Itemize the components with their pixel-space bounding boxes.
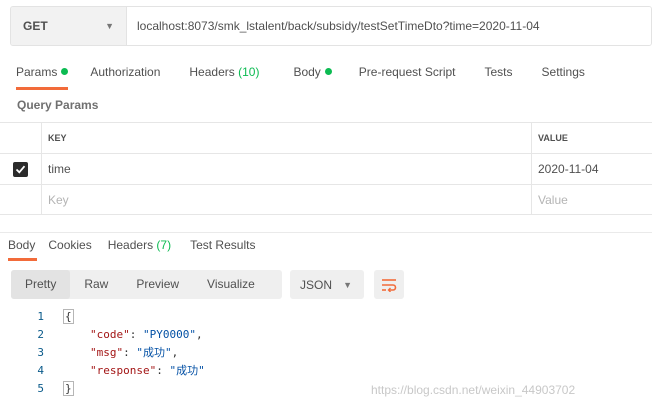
tab-tests-label: Tests bbox=[484, 65, 513, 79]
tab-body-label: Body bbox=[293, 65, 321, 79]
method-label: GET bbox=[23, 19, 48, 33]
tab-authorization[interactable]: Authorization bbox=[90, 56, 160, 90]
tab-response-headers[interactable]: Headers (7) bbox=[108, 235, 171, 261]
json-close-brace: } bbox=[63, 381, 74, 396]
json-value: "PY0000" bbox=[143, 328, 196, 341]
line-number: 1 bbox=[37, 310, 44, 323]
query-params-title: Query Params bbox=[17, 98, 99, 112]
table-row-new: Key Value bbox=[0, 184, 652, 215]
query-params-table: KEY VALUE time 2020-11-04 Key Value bbox=[0, 122, 652, 215]
line-number: 2 bbox=[37, 328, 44, 341]
table-row: time 2020-11-04 bbox=[0, 153, 652, 184]
wrap-lines-button[interactable] bbox=[374, 270, 404, 299]
tab-response-body[interactable]: Body bbox=[8, 235, 38, 261]
status-dot-icon bbox=[324, 68, 332, 75]
json-key: "msg" bbox=[90, 346, 124, 359]
line-number: 5 bbox=[37, 382, 44, 395]
line-number: 3 bbox=[37, 346, 44, 359]
param-value-field[interactable]: 2020-11-04 bbox=[532, 154, 652, 184]
format-select[interactable]: JSON ▼ bbox=[290, 270, 364, 299]
chevron-down-icon: ▼ bbox=[105, 21, 114, 31]
tab-body[interactable]: Body bbox=[293, 56, 332, 90]
tab-tests[interactable]: Tests bbox=[485, 56, 513, 90]
checkmark-icon bbox=[15, 165, 26, 174]
tab-headers-label: Headers bbox=[189, 65, 235, 79]
json-key: "code" bbox=[90, 328, 130, 341]
tab-settings-label: Settings bbox=[541, 65, 585, 79]
column-header-key: KEY bbox=[42, 123, 532, 153]
code-line: 1 { bbox=[0, 308, 652, 326]
watermark: https://blog.csdn.net/weixin_44903702 bbox=[371, 383, 576, 397]
param-checkbox[interactable] bbox=[13, 161, 28, 177]
row-checkbox-cell bbox=[0, 185, 42, 214]
json-open-brace: { bbox=[63, 309, 74, 324]
new-value-field[interactable]: Value bbox=[532, 185, 652, 214]
url-input[interactable]: localhost:8073/smk_lstalent/back/subsidy… bbox=[127, 7, 651, 45]
json-key: "response" bbox=[90, 364, 157, 377]
row-checkbox-cell bbox=[0, 154, 42, 184]
chevron-down-icon: ▼ bbox=[343, 279, 352, 290]
column-header-value: VALUE bbox=[538, 133, 568, 143]
tab-headers-count: (10) bbox=[238, 65, 260, 79]
view-visualize-button[interactable]: Visualize bbox=[193, 270, 269, 299]
table-header-row: KEY VALUE bbox=[0, 122, 652, 153]
view-pretty-button[interactable]: Pretty bbox=[11, 270, 71, 299]
request-tabs: Params Authorization Headers (10) Body P… bbox=[0, 56, 652, 90]
request-url-bar: GET ▼ localhost:8073/smk_lstalent/back/s… bbox=[10, 6, 652, 46]
table-header-cell bbox=[0, 123, 42, 153]
tab-response-headers-count: (7) bbox=[156, 238, 172, 252]
tab-pre-request-script[interactable]: Pre-request Script bbox=[359, 56, 456, 90]
tab-test-results[interactable]: Test Results bbox=[190, 235, 255, 261]
view-preview-button[interactable]: Preview bbox=[122, 270, 193, 299]
tab-authorization-label: Authorization bbox=[90, 65, 161, 79]
view-mode-group: Pretty Raw Preview Visualize bbox=[11, 270, 282, 299]
tab-pre-request-script-label: Pre-request Script bbox=[358, 65, 456, 79]
format-label: JSON bbox=[300, 277, 333, 292]
code-line: 4 "response": "成功" bbox=[0, 362, 652, 380]
code-line: 2 "code": "PY0000", bbox=[0, 326, 652, 344]
tab-headers[interactable]: Headers (10) bbox=[189, 56, 259, 90]
response-tabs: Body Cookies Headers (7) Test Results bbox=[0, 232, 652, 261]
method-select[interactable]: GET ▼ bbox=[11, 7, 127, 45]
line-number: 4 bbox=[37, 364, 44, 377]
param-key-field[interactable]: time bbox=[42, 154, 532, 184]
view-raw-button[interactable]: Raw bbox=[70, 270, 122, 299]
tab-cookies[interactable]: Cookies bbox=[48, 235, 91, 261]
code-line: 3 "msg": "成功", bbox=[0, 344, 652, 362]
json-value: "成功" bbox=[169, 364, 205, 377]
new-key-field[interactable]: Key bbox=[42, 185, 532, 214]
status-dot-icon bbox=[61, 68, 69, 75]
tab-settings[interactable]: Settings bbox=[542, 56, 585, 90]
tab-params-label: Params bbox=[16, 65, 58, 79]
wrap-lines-icon bbox=[382, 278, 397, 292]
tab-response-headers-label: Headers bbox=[107, 238, 154, 252]
tab-params[interactable]: Params bbox=[16, 56, 69, 90]
json-value: "成功" bbox=[136, 346, 172, 359]
